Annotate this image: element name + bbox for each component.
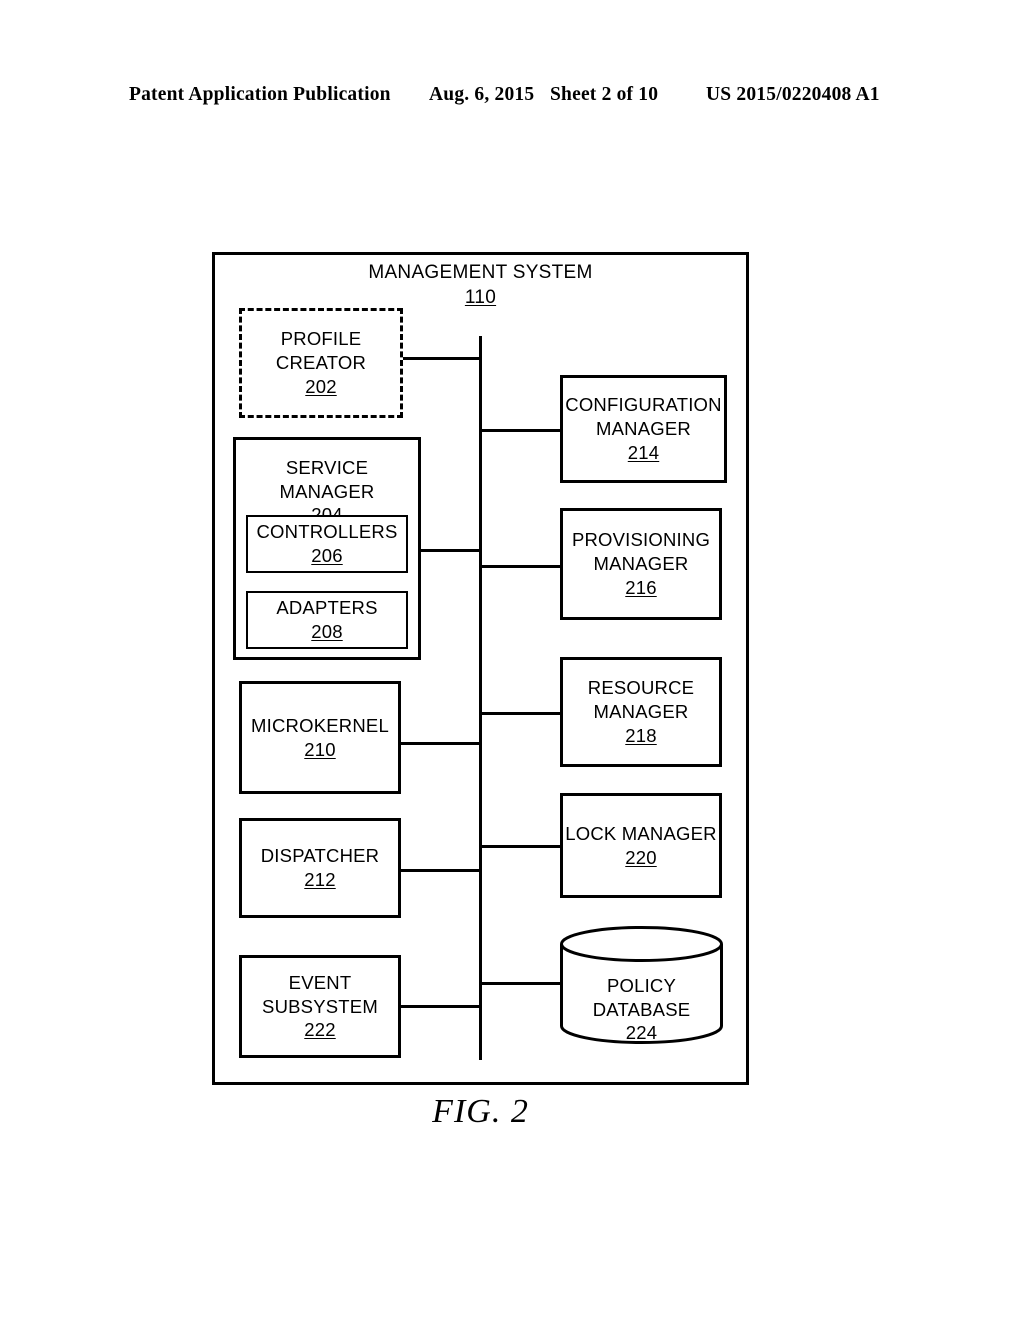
block-profile-creator[interactable]: PROFILE CREATOR 202 <box>239 308 403 418</box>
block-resource-manager-line2: MANAGER <box>593 701 689 723</box>
block-provisioning-manager[interactable]: PROVISIONING MANAGER 216 <box>560 508 722 620</box>
block-policy-database-ref: 224 <box>625 1022 658 1044</box>
block-resource-manager-ref: 218 <box>625 724 657 746</box>
block-configuration-manager[interactable]: CONFIGURATION MANAGER 214 <box>560 375 727 483</box>
block-microkernel[interactable]: MICROKERNEL 210 <box>239 681 401 794</box>
figure-2-diagram: MANAGEMENT SYSTEM 110 PROFILE CREATOR 20… <box>0 0 1024 1320</box>
block-profile-creator-ref: 202 <box>305 375 337 397</box>
connector-microkernel-to-bus <box>398 742 482 745</box>
connector-bus-to-resource-manager <box>479 712 563 715</box>
block-lock-manager-ref: 220 <box>625 846 657 868</box>
connector-bus-to-configuration-manager <box>479 429 563 432</box>
block-controllers-label: CONTROLLERS <box>256 521 398 543</box>
block-policy-database[interactable]: POLICY DATABASE 224 <box>559 925 724 1045</box>
block-provisioning-manager-ref: 216 <box>625 576 657 598</box>
block-dispatcher-ref: 212 <box>304 869 336 890</box>
connector-bus-to-lock-manager <box>479 845 563 848</box>
block-resource-manager[interactable]: RESOURCE MANAGER 218 <box>560 657 722 767</box>
block-policy-database-line2: DATABASE <box>592 998 691 1020</box>
block-policy-database-text: POLICY DATABASE 224 <box>559 974 724 1045</box>
block-controllers-ref: 206 <box>311 545 343 566</box>
block-resource-manager-line1: RESOURCE <box>587 677 695 699</box>
block-microkernel-ref: 210 <box>304 738 336 760</box>
management-system-title: MANAGEMENT SYSTEM 110 <box>212 262 749 309</box>
block-dispatcher-label: DISPATCHER <box>260 845 380 867</box>
block-policy-database-line1: POLICY <box>606 975 677 996</box>
block-configuration-manager-ref: 214 <box>627 441 660 463</box>
block-dispatcher[interactable]: DISPATCHER 212 <box>239 818 401 918</box>
block-service-manager-label: SERVICE MANAGER <box>279 457 375 502</box>
connector-dispatcher-to-bus <box>398 869 482 872</box>
connector-bus-vertical <box>479 336 482 1060</box>
block-lock-manager-label: LOCK MANAGER <box>565 822 717 844</box>
connector-profile-creator-to-bus <box>400 357 482 360</box>
management-system-reference-numeral: 110 <box>464 287 497 308</box>
block-event-subsystem-ref: 222 <box>304 1019 336 1041</box>
block-profile-creator-line1: PROFILE <box>280 328 362 350</box>
connector-bus-to-provisioning-manager <box>479 565 563 568</box>
block-event-subsystem-line1: EVENT <box>288 971 352 993</box>
block-provisioning-manager-line1: PROVISIONING <box>571 529 711 551</box>
block-adapters[interactable]: ADAPTERS 208 <box>246 591 408 649</box>
figure-caption: FIG. 2 <box>432 1093 529 1130</box>
block-lock-manager[interactable]: LOCK MANAGER 220 <box>560 793 722 898</box>
block-adapters-label: ADAPTERS <box>276 597 378 619</box>
block-profile-creator-line2: CREATOR <box>275 352 367 374</box>
management-system-title-label: MANAGEMENT SYSTEM <box>368 262 593 283</box>
block-configuration-manager-line1: CONFIGURATION <box>565 394 722 416</box>
block-microkernel-label: MICROKERNEL <box>251 714 389 736</box>
block-provisioning-manager-line2: MANAGER <box>593 553 689 575</box>
connector-event-subsystem-to-bus <box>398 1005 482 1008</box>
block-adapters-ref: 208 <box>311 621 343 642</box>
block-controllers[interactable]: CONTROLLERS 206 <box>246 515 408 573</box>
connector-service-manager-to-bus <box>418 549 482 552</box>
block-configuration-manager-line2: MANAGER <box>596 418 691 440</box>
connector-bus-to-policy-database <box>479 982 563 985</box>
block-event-subsystem-line2: SUBSYSTEM <box>262 995 378 1017</box>
block-event-subsystem[interactable]: EVENT SUBSYSTEM 222 <box>239 955 401 1058</box>
